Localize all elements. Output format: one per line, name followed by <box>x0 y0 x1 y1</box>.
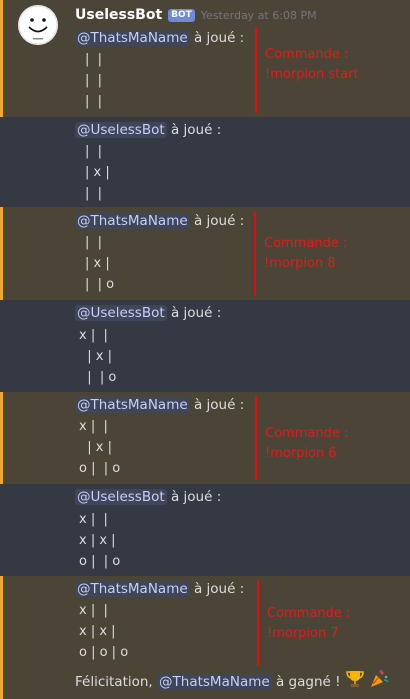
user-mention[interactable]: @ThatsMaName <box>157 674 272 690</box>
board-row: | | <box>85 144 103 159</box>
message-timestamp[interactable]: Yesterday at 6:08 PM <box>201 9 317 22</box>
user-mention[interactable]: @UselessBot <box>75 305 167 321</box>
board-grid: | | | x | | | <box>79 141 110 204</box>
board-row: x | | <box>79 419 108 434</box>
board-row: x | x | <box>79 533 116 548</box>
user-mention[interactable]: @ThatsMaName <box>75 581 190 597</box>
user-mention[interactable]: @UselessBot <box>75 489 167 505</box>
congrats-prefix: Félicitation, <box>75 674 153 690</box>
board-row: | | <box>85 94 103 109</box>
command-note: Commande : !morpion 7 <box>257 580 350 666</box>
board-row: | | o <box>79 370 117 385</box>
user-mention[interactable]: @ThatsMaName <box>75 30 190 46</box>
command-note: Commande : !morpion 8 <box>254 212 347 296</box>
message-line: @UselessBot à joué : <box>75 303 221 323</box>
message-line: @UselessBot à joué : <box>75 120 221 140</box>
message-line: @ThatsMaName à joué : <box>75 395 244 415</box>
command-value: !morpion start <box>265 67 359 82</box>
board-row: x | | <box>79 328 108 343</box>
played-text: à joué : <box>170 489 222 505</box>
command-note: Commande : !morpion start <box>255 27 359 113</box>
message-line: @ThatsMaName à joué : <box>75 28 244 48</box>
congrats-suffix: à gagné ! <box>275 674 341 690</box>
board-row: | | <box>85 52 103 67</box>
board-row: o | o | o <box>79 645 129 660</box>
command-value: !morpion 8 <box>264 256 336 271</box>
board-grid: x | | | x | | | o <box>79 325 116 388</box>
board-grid: | | | x | | | o <box>79 232 114 295</box>
board-row: | | <box>85 186 103 201</box>
board-row: o | | o <box>79 461 121 476</box>
played-text: à joué : <box>193 581 245 597</box>
board-row: | x | <box>79 349 112 364</box>
board-row: | x | <box>85 165 110 180</box>
board-grid: x | | x | x | o | | o <box>79 509 120 572</box>
played-text: à joué : <box>193 30 245 46</box>
board-row: o | | o <box>79 554 121 569</box>
played-text: à joué : <box>170 305 222 321</box>
bot-avatar[interactable] <box>18 5 58 45</box>
board-grid: x | | | x | o | | o <box>79 416 120 479</box>
board-grid: x | | x | x | o | o | o <box>79 600 128 663</box>
smiley-face-icon <box>18 5 58 45</box>
command-label: Commande : <box>265 426 349 441</box>
command-value: !morpion 6 <box>265 446 337 461</box>
board-grid: | | | | | | <box>79 49 102 112</box>
board-row: | x | <box>79 440 112 455</box>
board-row: x | | <box>79 512 108 527</box>
message-header: UselessBot BOT Yesterday at 6:08 PM <box>75 6 317 24</box>
command-label: Commande : <box>265 47 349 62</box>
board-row: | | <box>85 235 103 250</box>
trophy-emoji-icon <box>345 670 365 694</box>
party-popper-emoji-icon <box>369 670 389 694</box>
user-mention[interactable]: @UselessBot <box>75 122 167 138</box>
message-line: @ThatsMaName à joué : <box>75 211 244 231</box>
command-value: !morpion 7 <box>267 626 339 641</box>
message-line: @UselessBot à joué : <box>75 487 221 507</box>
command-label: Commande : <box>267 606 351 621</box>
board-row: | | <box>85 73 103 88</box>
played-text: à joué : <box>170 122 222 138</box>
bot-username[interactable]: UselessBot <box>75 7 162 23</box>
board-row: x | | <box>79 603 108 618</box>
user-mention[interactable]: @ThatsMaName <box>75 397 190 413</box>
bot-badge: BOT <box>168 8 195 22</box>
played-text: à joué : <box>193 397 245 413</box>
command-label: Commande : <box>264 236 348 251</box>
played-text: à joué : <box>193 213 245 229</box>
board-row: | | o <box>85 277 115 292</box>
message-line: @ThatsMaName à joué : <box>75 579 244 599</box>
user-mention[interactable]: @ThatsMaName <box>75 213 190 229</box>
command-note: Commande : !morpion 6 <box>255 396 348 480</box>
board-row: x | x | <box>79 624 116 639</box>
winner-message: Félicitation, @ThatsMaName à gagné ! <box>75 670 389 694</box>
board-row: | x | <box>85 256 110 271</box>
